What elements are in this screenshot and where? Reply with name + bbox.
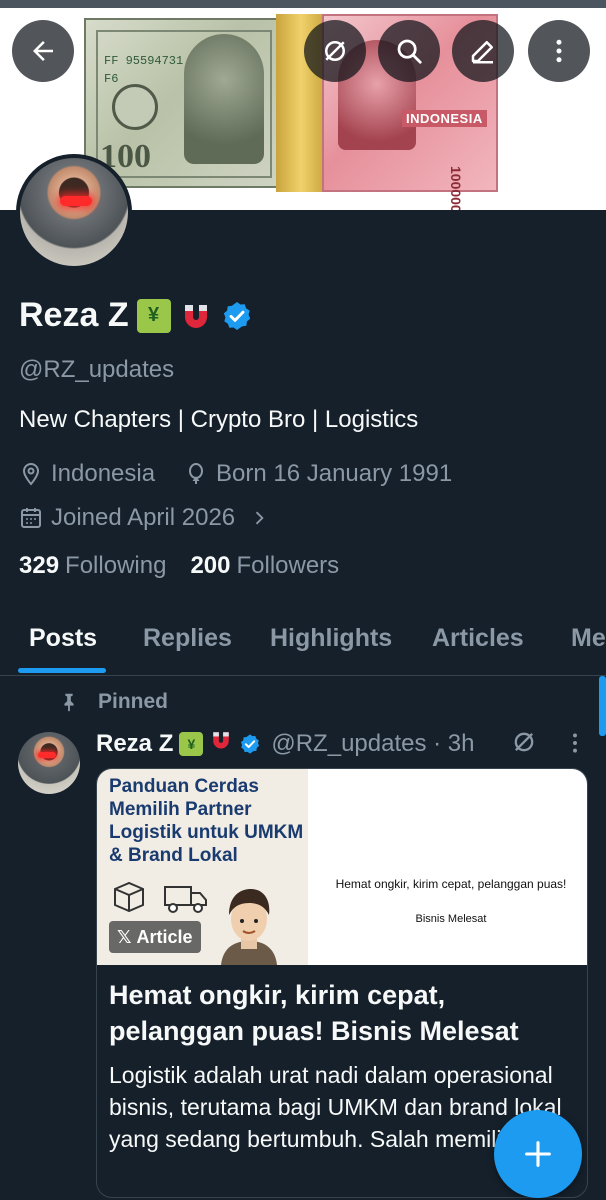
usd-serial-number: FF 95594731 A (104, 54, 198, 68)
post-author-handle: @RZ_updates · 3h (271, 729, 475, 757)
magnet-emoji-icon (209, 728, 233, 759)
following-count: 329 (19, 552, 60, 579)
idr-country-label: INDONESIA (402, 110, 487, 127)
calendar-icon (21, 508, 41, 528)
tab-replies[interactable]: Replies (143, 624, 232, 653)
article-title: Hemat ongkir, kirim cepat, pelanggan pua… (109, 980, 519, 1046)
x-logo-icon: 𝕏 (117, 926, 132, 947)
pencil-icon (471, 41, 493, 64)
verified-badge-icon[interactable] (239, 733, 261, 755)
status-strip (0, 0, 606, 8)
following-link[interactable]: 329 Following (19, 552, 166, 580)
search-button[interactable] (378, 20, 440, 82)
profile-name-row: Reza Z ¥ (19, 296, 253, 335)
active-tab-indicator (18, 668, 106, 673)
usd-banknote-image: FF 95594731 A F6 100 (84, 18, 284, 188)
tab-posts[interactable]: Posts (29, 624, 97, 653)
pin-icon (64, 693, 74, 712)
profile-avatar[interactable] (16, 154, 132, 270)
article-cover-title: Panduan Cerdas Memilih Partner Logistik … (109, 776, 304, 866)
profile-name: Reza Z (19, 296, 129, 334)
chevron-right-icon (255, 511, 264, 525)
laser-eyes (38, 752, 56, 758)
post-author-avatar[interactable] (18, 732, 80, 794)
follow-stats: 329 Following 200 Followers (19, 552, 339, 580)
profile-bio: New Chapters | Crypto Bro | Logistics (19, 406, 419, 433)
profile-tabs: Posts Replies Highlights Articles Me (0, 606, 606, 676)
balloon-icon (189, 463, 203, 484)
cartoon-man-illustration (221, 889, 277, 965)
usd-serial-suffix: F6 (104, 72, 119, 86)
followers-label: Followers (236, 552, 340, 579)
location-text: Indonesia (51, 460, 156, 487)
idr-denomination: 100000 (448, 166, 464, 210)
article-cover-right: Hemat ongkir, kirim cepat, pelanggan pua… (308, 769, 587, 965)
followers-link[interactable]: 200 Followers (190, 552, 339, 580)
joined-row[interactable]: Joined April 2026 (19, 504, 269, 532)
package-box-icon (114, 881, 144, 913)
search-icon (397, 39, 422, 64)
location-pin-icon (22, 462, 40, 486)
arrow-left-icon (33, 41, 53, 61)
pinned-text: Pinned (98, 690, 169, 713)
plus-icon (525, 1141, 551, 1167)
location-row: Indonesia (19, 460, 155, 488)
usd-seal (112, 84, 158, 130)
scrollbar[interactable] (599, 676, 606, 736)
tab-media[interactable]: Me (571, 624, 606, 653)
more-button[interactable] (528, 20, 590, 82)
chart-yen-emoji-icon: ¥ (179, 731, 204, 756)
more-vertical-icon (556, 39, 562, 63)
following-label: Following (65, 552, 167, 579)
article-cover-left: Panduan Cerdas Memilih Partner Logistik … (97, 769, 308, 965)
joined-text: Joined April 2026 (51, 504, 236, 531)
birthday-row: Born 16 January 1991 (184, 460, 452, 488)
article-cover-tagline: Hemat ongkir, kirim cepat, pelanggan pua… (335, 877, 567, 891)
usd-portrait (184, 34, 264, 164)
profile-handle: @RZ_updates (19, 356, 175, 383)
article-badge: 𝕏 Article (109, 921, 201, 953)
edit-button[interactable] (452, 20, 514, 82)
delivery-truck-icon (164, 886, 207, 913)
post-header: Reza Z ¥ @RZ_updates · 3h (96, 728, 475, 759)
post-author-name[interactable]: Reza Z (96, 730, 173, 758)
post-more-icon[interactable] (562, 730, 588, 756)
laser-eyes (60, 196, 92, 206)
pinned-label-row: Pinned (58, 690, 168, 714)
verified-badge-icon[interactable] (221, 300, 253, 332)
article-badge-label: Article (136, 926, 193, 947)
magnet-emoji-icon (179, 299, 213, 333)
chart-yen-emoji-icon: ¥ (136, 298, 171, 333)
tab-highlights[interactable]: Highlights (270, 624, 392, 653)
grok-button[interactable] (304, 20, 366, 82)
grok-icon (325, 41, 345, 61)
compose-fab-button[interactable] (494, 1110, 582, 1198)
article-cover-subtitle: Bisnis Melesat (415, 913, 487, 925)
birthday-text: Born 16 January 1991 (216, 460, 453, 487)
followers-count: 200 (190, 552, 231, 579)
tab-articles[interactable]: Articles (432, 624, 524, 653)
grok-icon[interactable] (510, 728, 538, 756)
back-button[interactable] (12, 20, 74, 82)
